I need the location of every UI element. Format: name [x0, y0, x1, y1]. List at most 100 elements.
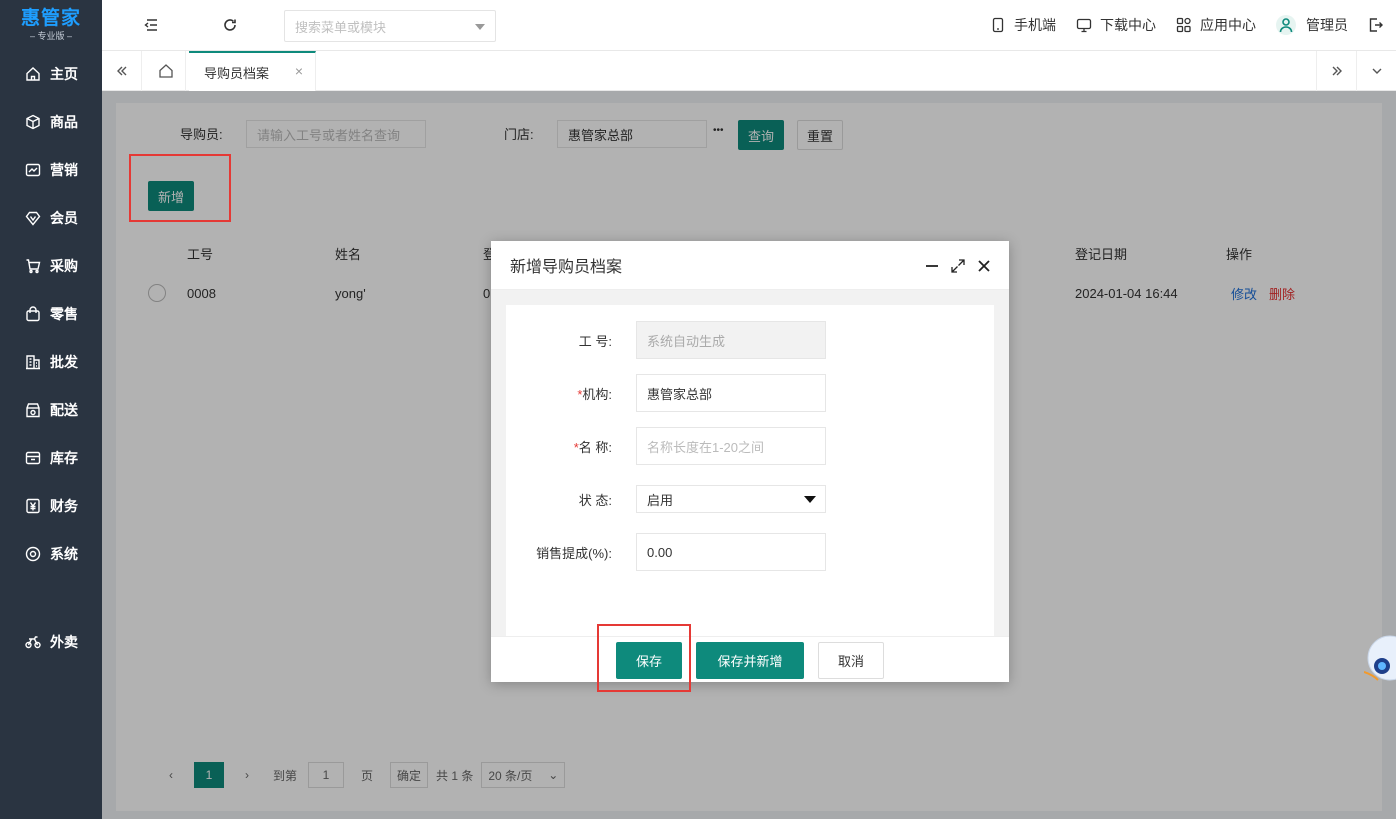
download-center-link[interactable]: 下载中心: [1076, 15, 1156, 35]
sidebar-spacer: [0, 578, 102, 618]
highlight-add-button: [129, 154, 231, 222]
app-center-link[interactable]: 应用中心: [1176, 15, 1256, 35]
user-icon: [1279, 18, 1293, 33]
commission-input[interactable]: 0.00: [636, 533, 826, 571]
sidebar: 惠管家 – 专业版 – 主页 商品 营销 会员 采购 零售 批发 配送 库存 财…: [0, 0, 102, 819]
form-row-commission: 销售提成(%): 0.00: [506, 533, 994, 571]
sidebar-item-member[interactable]: 会员: [0, 194, 102, 242]
name-input[interactable]: 名称长度在1-20之间: [636, 427, 826, 465]
user-name: 管理员: [1306, 17, 1348, 33]
add-guide-modal: 新增导购员档案 工 号: 系统自动生成 *机构: 惠管家总部 *名 称: 名称长…: [491, 241, 1009, 682]
minimize-icon: [926, 265, 938, 267]
home-icon: [158, 64, 173, 78]
sidebar-item-home[interactable]: 主页: [0, 50, 102, 98]
home-icon: [26, 67, 40, 81]
avatar: [1276, 15, 1296, 35]
sidebar-item-wholesale[interactable]: 批发: [0, 338, 102, 386]
logout-button[interactable]: [1368, 17, 1384, 33]
sidebar-item-label: 采购: [50, 258, 78, 274]
modal-header: 新增导购员档案: [491, 241, 1009, 290]
sidebar-item-purchase[interactable]: 采购: [0, 242, 102, 290]
menu-search-input[interactable]: 搜索菜单或模块: [284, 10, 496, 42]
assistant-robot[interactable]: [1363, 628, 1396, 688]
monitor-icon: [1076, 18, 1092, 33]
sidebar-item-label: 商品: [50, 114, 78, 130]
chevron-down-icon: [475, 24, 485, 30]
maximize-button[interactable]: [947, 255, 969, 277]
menu-toggle-button[interactable]: [138, 0, 164, 50]
sidebar-item-takeout[interactable]: 外卖: [0, 618, 102, 666]
logout-icon: [1369, 18, 1383, 32]
modal-close-button[interactable]: [973, 255, 995, 277]
user-menu[interactable]: 管理员: [1276, 15, 1348, 35]
tabs-menu-button[interactable]: [1356, 51, 1396, 91]
app-center-label: 应用中心: [1200, 17, 1256, 33]
name-label-text: 名 称:: [578, 439, 612, 455]
sidebar-item-label: 批发: [50, 354, 78, 370]
modal-controls: [917, 255, 995, 277]
minimize-button[interactable]: [921, 255, 943, 277]
double-chevron-left-icon: [116, 66, 126, 76]
sidebar-nav: 主页 商品 营销 会员 采购 零售 批发 配送 库存 财务 系统 外卖: [0, 50, 102, 666]
cancel-button[interactable]: 取消: [818, 642, 884, 679]
bike-icon: [25, 636, 41, 649]
tab-guide-archive[interactable]: 导购员档案 ×: [189, 51, 316, 91]
sidebar-item-finance[interactable]: 财务: [0, 482, 102, 530]
name-label: *名 称:: [574, 437, 612, 456]
dropdown-arrow-icon: [804, 496, 816, 503]
sidebar-item-label: 外卖: [50, 634, 78, 650]
home-tab[interactable]: [146, 51, 186, 91]
box-icon: [25, 451, 41, 465]
cart-icon: [26, 259, 41, 274]
sidebar-item-retail[interactable]: 零售: [0, 290, 102, 338]
org-field[interactable]: 惠管家总部: [636, 374, 826, 412]
download-center-label: 下载中心: [1100, 17, 1156, 33]
sidebar-item-label: 库存: [50, 450, 78, 466]
sidebar-item-inventory[interactable]: 库存: [0, 434, 102, 482]
sidebar-item-system[interactable]: 系统: [0, 530, 102, 578]
robot-icon: [1363, 635, 1396, 681]
sidebar-item-goods[interactable]: 商品: [0, 98, 102, 146]
logo-text: 惠管家: [20, 7, 81, 29]
code-field: 系统自动生成: [636, 321, 826, 359]
store-icon: [26, 403, 40, 418]
org-label: *机构:: [577, 384, 612, 403]
modal-title: 新增导购员档案: [510, 259, 623, 276]
phone-icon: [992, 17, 1004, 33]
top-bar: 搜索菜单或模块 手机端 下载中心 应用中心 管理员: [102, 0, 1396, 51]
status-label: 状 态:: [578, 492, 612, 508]
sidebar-item-label: 会员: [50, 210, 78, 226]
search-placeholder: 搜索菜单或模块: [295, 19, 387, 35]
trend-icon: [25, 163, 41, 177]
sidebar-item-label: 财务: [50, 498, 78, 514]
status-select[interactable]: 启用: [636, 485, 826, 513]
chevron-down-icon: [1372, 68, 1381, 74]
sidebar-item-label: 配送: [50, 402, 78, 418]
double-chevron-right-icon: [1332, 66, 1342, 76]
tabs-scroll-left-button[interactable]: [102, 51, 142, 91]
save-and-new-button[interactable]: 保存并新增: [696, 642, 804, 679]
bag-icon: [26, 306, 40, 322]
highlight-save-button: [597, 624, 691, 692]
form-card: 工 号: 系统自动生成 *机构: 惠管家总部 *名 称: 名称长度在1-20之间…: [506, 305, 994, 637]
sidebar-item-marketing[interactable]: 营销: [0, 146, 102, 194]
commission-label: 销售提成(%):: [536, 545, 612, 561]
form-row-status: 状 态: 启用: [506, 480, 994, 518]
code-label: 工 号:: [578, 333, 612, 349]
mobile-label: 手机端: [1014, 17, 1056, 33]
yen-icon: [26, 498, 40, 514]
top-bar-actions: 手机端 下载中心 应用中心 管理员: [990, 0, 1396, 50]
sidebar-item-delivery[interactable]: 配送: [0, 386, 102, 434]
logo[interactable]: 惠管家 – 专业版 –: [0, 0, 102, 50]
tabs-scroll-right-button[interactable]: [1316, 51, 1356, 91]
close-icon[interactable]: ×: [295, 63, 303, 79]
refresh-button[interactable]: [217, 0, 243, 50]
modal-footer: 保存 保存并新增 取消: [491, 636, 1009, 682]
building-icon: [26, 355, 40, 370]
tab-label: 导购员档案: [204, 65, 270, 81]
modal-body: 工 号: 系统自动生成 *机构: 惠管家总部 *名 称: 名称长度在1-20之间…: [491, 290, 1009, 637]
maximize-icon: [951, 259, 965, 273]
sidebar-item-label: 零售: [50, 306, 78, 322]
mobile-link[interactable]: 手机端: [990, 15, 1056, 35]
diamond-icon: [25, 211, 41, 226]
